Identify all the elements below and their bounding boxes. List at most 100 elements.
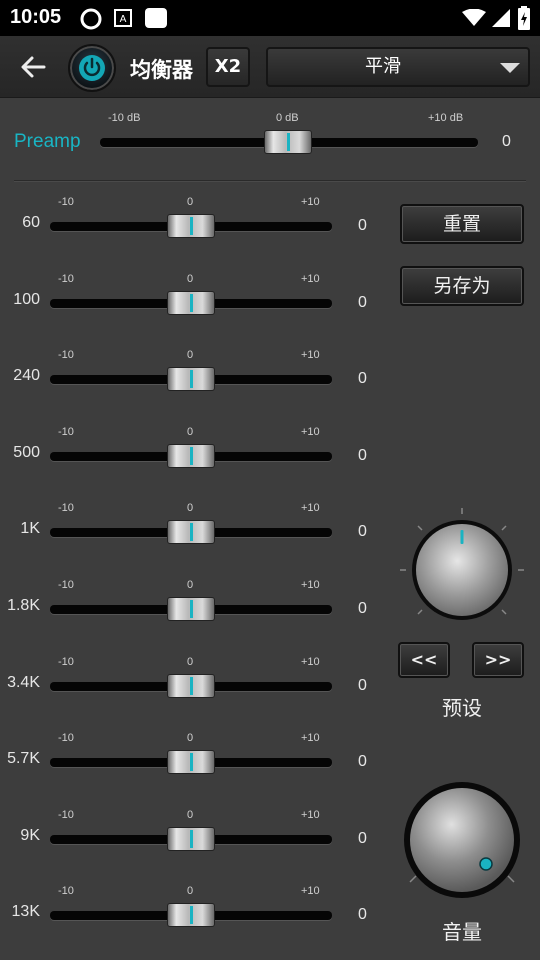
band-max-label: +10: [301, 425, 320, 438]
band-row: 9K -10 0 +10 0: [0, 809, 380, 869]
square-icon: [144, 7, 168, 33]
preamp-slider-thumb[interactable]: [264, 130, 312, 154]
preset-label: 预设: [442, 696, 482, 720]
band-min-label: -10: [58, 808, 74, 821]
band-slider-thumb[interactable]: [167, 903, 215, 928]
band-frequency-label: 1K: [20, 520, 40, 538]
band-mid-label: 0: [187, 196, 194, 208]
text-icon: A: [114, 9, 132, 31]
prev-preset-button[interactable]: <<: [398, 642, 450, 678]
band-max-label: +10: [301, 196, 320, 208]
band-mid-label: 0: [187, 655, 194, 668]
band-row: 3.4K -10 0 +10 0: [0, 656, 380, 716]
save-as-button[interactable]: 另存为: [400, 266, 524, 306]
status-bar: 10:05 A: [0, 0, 540, 36]
volume-label: 音量: [442, 920, 482, 944]
band-mid-label: 0: [187, 425, 194, 438]
divider: [14, 180, 526, 182]
preamp-max-label: +10 dB: [428, 112, 464, 124]
preset-dropdown-value: 平滑: [365, 56, 401, 77]
x2-button[interactable]: X2: [206, 47, 250, 87]
back-arrow-icon[interactable]: [18, 52, 48, 82]
next-preset-button[interactable]: >>: [472, 642, 524, 678]
band-mid-label: 0: [187, 885, 194, 898]
band-slider-thumb[interactable]: [167, 826, 215, 851]
band-row: 60 -10 0 +10 0: [0, 196, 380, 256]
band-min-label: -10: [58, 349, 74, 362]
preamp-label: Preamp: [14, 131, 81, 152]
band-frequency-label: 5.7K: [7, 750, 40, 768]
band-min-label: -10: [58, 272, 74, 285]
band-mid-label: 0: [187, 579, 194, 591]
band-value: 0: [358, 523, 367, 541]
band-value: 0: [358, 753, 367, 771]
band-value: 0: [358, 829, 367, 847]
band-slider-thumb[interactable]: [167, 367, 215, 392]
band-row: 500 -10 0 +10 0: [0, 426, 380, 486]
band-min-label: -10: [58, 502, 74, 515]
band-slider-thumb[interactable]: [167, 597, 215, 621]
band-slider-thumb[interactable]: [167, 443, 215, 468]
band-frequency-label: 500: [13, 443, 40, 461]
app-bar: 均衡器 X2 平滑: [0, 36, 540, 98]
band-min-label: -10: [58, 732, 74, 745]
band-slider-thumb[interactable]: [167, 214, 215, 238]
band-row: 1K -10 0 +10 0: [0, 502, 380, 562]
preamp-mid-label: 0 dB: [276, 112, 299, 124]
band-row: 13K -10 0 +10 0: [0, 885, 380, 945]
band-frequency-label: 240: [13, 367, 40, 385]
band-max-label: +10: [301, 272, 320, 285]
band-slider-thumb[interactable]: [167, 290, 215, 315]
band-mid-label: 0: [187, 349, 194, 362]
status-time: 10:05: [10, 6, 62, 28]
band-value: 0: [358, 293, 367, 311]
band-mid-label: 0: [187, 808, 194, 821]
band-value: 0: [358, 906, 367, 924]
band-min-label: -10: [58, 579, 74, 591]
band-min-label: -10: [58, 885, 74, 898]
band-row: 240 -10 0 +10 0: [0, 349, 380, 409]
band-value: 0: [358, 600, 367, 617]
power-toggle-button[interactable]: [68, 44, 116, 92]
preamp-value: 0: [502, 133, 511, 150]
power-icon: [79, 55, 105, 81]
band-row: 1.8K -10 0 +10 0: [0, 579, 380, 639]
preset-knob[interactable]: [400, 508, 524, 620]
svg-text:A: A: [120, 14, 127, 25]
preamp-min-label: -10 dB: [108, 112, 141, 124]
battery-icon: [518, 6, 530, 34]
band-frequency-label: 100: [13, 290, 40, 308]
band-min-label: -10: [58, 196, 74, 208]
band-max-label: +10: [301, 732, 320, 745]
band-max-label: +10: [301, 885, 320, 898]
page-title: 均衡器: [130, 58, 193, 82]
reset-button[interactable]: 重置: [400, 204, 524, 244]
band-slider-thumb[interactable]: [167, 520, 215, 545]
volume-knob[interactable]: [402, 780, 522, 900]
band-min-label: -10: [58, 655, 74, 668]
band-frequency-label: 1.8K: [7, 597, 40, 614]
band-value: 0: [358, 446, 367, 464]
band-max-label: +10: [301, 579, 320, 591]
band-frequency-label: 3.4K: [7, 673, 40, 691]
band-slider-thumb[interactable]: [167, 750, 215, 775]
band-row: 5.7K -10 0 +10 0: [0, 732, 380, 792]
band-frequency-label: 13K: [11, 903, 40, 921]
app-icon: [80, 8, 102, 34]
band-mid-label: 0: [187, 502, 194, 515]
band-frequency-label: 60: [22, 214, 40, 231]
band-value: 0: [358, 676, 367, 694]
band-mid-label: 0: [187, 732, 194, 745]
preset-dropdown[interactable]: 平滑: [266, 47, 530, 87]
band-value: 0: [358, 217, 367, 234]
chevron-down-icon: [500, 63, 520, 73]
band-value: 0: [358, 370, 367, 388]
signal-icon: [492, 9, 510, 31]
band-min-label: -10: [58, 425, 74, 438]
wifi-icon: [462, 8, 486, 31]
band-max-label: +10: [301, 655, 320, 668]
band-frequency-label: 9K: [20, 826, 40, 844]
band-mid-label: 0: [187, 272, 194, 285]
band-slider-thumb[interactable]: [167, 673, 215, 698]
band-max-label: +10: [301, 349, 320, 362]
